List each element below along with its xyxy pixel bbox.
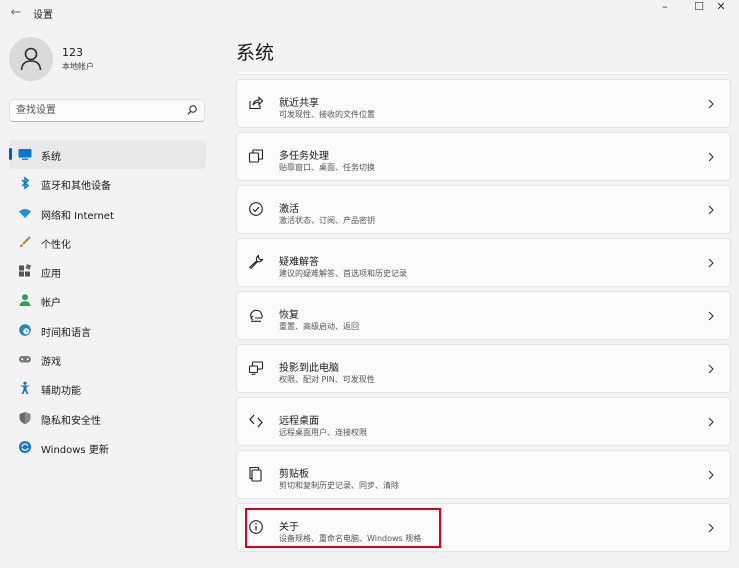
share-icon — [249, 96, 264, 110]
sidebar-item-label: Windows 更新 — [41, 444, 109, 456]
settings-card-project-to-pc[interactable]: 投影到此电脑 权限、配对 PIN、可发现性 — [236, 344, 731, 393]
sidebar-item-label: 应用 — [41, 269, 61, 281]
card-title: 多任务处理 — [279, 151, 329, 162]
account-type: 本地帐户 — [62, 62, 94, 71]
chevron-right-icon — [708, 523, 714, 533]
project-icon — [248, 361, 264, 375]
clipboard-icon — [249, 466, 262, 482]
card-subtitle: 剪切和复制历史记录、同步、清除 — [279, 481, 399, 490]
apps-icon — [19, 264, 32, 277]
avatar — [9, 37, 53, 81]
card-title: 激活 — [279, 204, 299, 215]
chevron-right-icon — [708, 311, 714, 321]
windows-update-icon — [19, 440, 31, 453]
sidebar-item-label: 辅助功能 — [41, 386, 81, 398]
selected-marker — [9, 148, 12, 160]
minimize-button[interactable]: – — [648, 0, 682, 14]
clock-globe-icon — [19, 323, 31, 336]
sidebar-item-system[interactable]: 系统 — [9, 140, 206, 170]
card-title: 远程桌面 — [279, 416, 319, 427]
user-profile[interactable]: 123 本地帐户 — [9, 37, 229, 83]
settings-card-about[interactable]: 关于 设备规格、重命名电脑、Windows 规格 — [236, 503, 731, 552]
card-subtitle: 重置、高级启动、返回 — [279, 322, 359, 331]
info-icon — [249, 520, 263, 534]
card-subtitle: 设备规格、重命名电脑、Windows 规格 — [279, 534, 422, 543]
chevron-right-icon — [708, 417, 714, 427]
chevron-right-icon — [708, 470, 714, 480]
chevron-right-icon — [708, 152, 714, 162]
card-title: 投影到此电脑 — [279, 363, 339, 374]
sidebar-item-label: 时间和语言 — [41, 327, 91, 339]
search-icon[interactable] — [186, 104, 198, 116]
close-button[interactable]: ✕ — [704, 0, 738, 14]
card-title: 疑难解答 — [279, 257, 319, 268]
wrench-icon — [249, 254, 264, 270]
card-title: 就近共享 — [279, 98, 319, 109]
sidebar-item-label: 个性化 — [41, 239, 71, 251]
check-circle-icon — [249, 202, 263, 216]
settings-card-troubleshoot[interactable]: 疑难解答 建议的疑难解答、首选项和历史记录 — [236, 238, 731, 287]
card-subtitle: 远程桌面用户、连接权限 — [279, 428, 367, 437]
sidebar-item-accounts[interactable]: 帐户 — [9, 286, 206, 315]
search-input[interactable] — [16, 103, 176, 118]
gamepad-icon — [19, 356, 31, 363]
settings-card-activation[interactable]: 激活 激活状态、订阅、产品密钥 — [236, 185, 731, 234]
bluetooth-icon — [21, 176, 30, 190]
card-subtitle: 可发现性、接收的文件位置 — [279, 110, 375, 119]
sidebar-item-personalization[interactable]: 个性化 — [9, 228, 206, 257]
brush-icon — [20, 236, 31, 248]
sidebar-item-windows-update[interactable]: Windows 更新 — [9, 433, 206, 462]
wifi-icon — [19, 208, 31, 218]
accessibility-icon — [19, 381, 31, 395]
card-title: 剪贴板 — [279, 469, 309, 480]
system-icon — [18, 149, 32, 160]
back-arrow-icon[interactable]: ← — [8, 5, 24, 21]
sidebar-nav: 系统 蓝牙和其他设备 网络和 Internet 个性化 应用 帐户 时间和语言 … — [9, 140, 206, 462]
settings-list: 就近共享 可发现性、接收的文件位置 多任务处理 贴靠窗口、桌面、任务切换 激活 … — [236, 72, 731, 556]
settings-card-clipboard[interactable]: 剪贴板 剪切和复制历史记录、同步、清除 — [236, 450, 731, 499]
sidebar-item-privacy[interactable]: 隐私和安全性 — [9, 404, 206, 433]
chevron-right-icon — [708, 99, 714, 109]
sidebar-item-bluetooth[interactable]: 蓝牙和其他设备 — [9, 169, 206, 198]
sidebar-item-apps[interactable]: 应用 — [9, 257, 206, 286]
person-icon — [20, 47, 42, 71]
card-subtitle: 贴靠窗口、桌面、任务切换 — [279, 163, 375, 172]
card-subtitle: 激活状态、订阅、产品密钥 — [279, 216, 375, 225]
sidebar-item-network[interactable]: 网络和 Internet — [9, 199, 206, 228]
page-title: 系统 — [236, 42, 275, 64]
settings-card-multitasking[interactable]: 多任务处理 贴靠窗口、桌面、任务切换 — [236, 132, 731, 181]
user-name: 123 — [62, 46, 83, 59]
sidebar-item-label: 网络和 Internet — [41, 210, 114, 222]
sidebar-item-accessibility[interactable]: 辅助功能 — [9, 374, 206, 403]
sidebar-item-gaming[interactable]: 游戏 — [9, 345, 206, 374]
sidebar-item-time-language[interactable]: 时间和语言 — [9, 316, 206, 345]
chevron-right-icon — [708, 258, 714, 268]
scrolled-card-edge — [236, 72, 731, 75]
recovery-icon — [250, 309, 263, 322]
title-bar: ← 设置 – ☐ ✕ — [0, 0, 739, 28]
account-icon — [19, 294, 31, 307]
sidebar-item-label: 系统 — [41, 152, 61, 163]
settings-card-nearby-sharing[interactable]: 就近共享 可发现性、接收的文件位置 — [236, 79, 731, 128]
sidebar-item-label: 蓝牙和其他设备 — [41, 181, 111, 193]
chevron-right-icon — [708, 205, 714, 215]
search-box[interactable] — [9, 99, 205, 122]
card-title: 关于 — [279, 522, 299, 533]
card-title: 恢复 — [279, 310, 299, 321]
shield-icon — [19, 411, 31, 424]
multitask-icon — [248, 149, 264, 163]
card-subtitle: 权限、配对 PIN、可发现性 — [279, 375, 375, 384]
settings-card-remote-desktop[interactable]: 远程桌面 远程桌面用户、连接权限 — [236, 397, 731, 446]
app-title: 设置 — [33, 10, 53, 21]
sidebar-item-label: 帐户 — [41, 298, 61, 310]
remote-desktop-icon — [249, 414, 263, 428]
chevron-right-icon — [708, 364, 714, 374]
sidebar-item-label: 隐私和安全性 — [41, 415, 101, 427]
sidebar-item-label: 游戏 — [41, 357, 61, 369]
settings-card-recovery[interactable]: 恢复 重置、高级启动、返回 — [236, 291, 731, 340]
card-subtitle: 建议的疑难解答、首选项和历史记录 — [279, 269, 407, 278]
